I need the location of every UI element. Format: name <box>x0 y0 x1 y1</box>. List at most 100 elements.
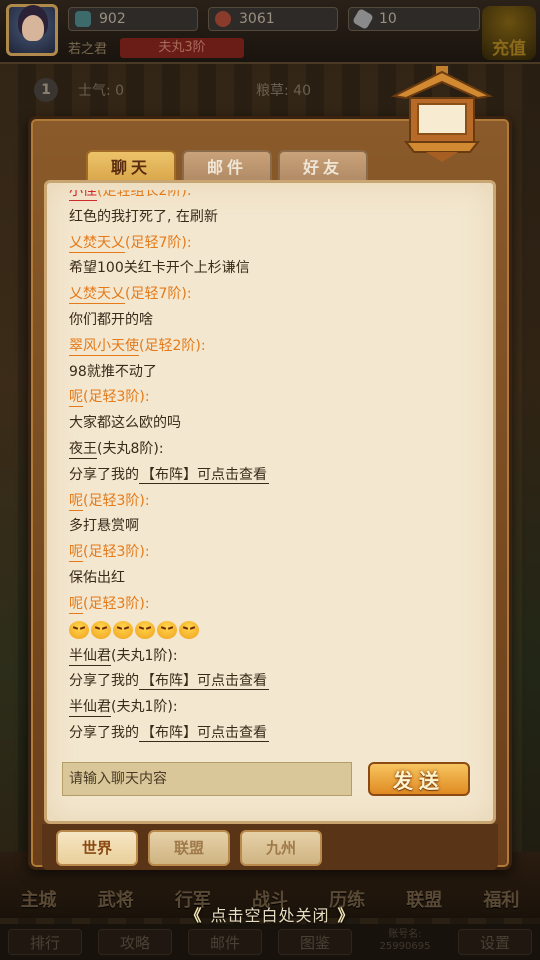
angry-emoji-icon <box>69 620 89 639</box>
channel-jiuzhou[interactable]: 九州 <box>240 830 322 866</box>
sender-rank: (夫丸1阶) <box>111 647 173 664</box>
formation-link[interactable]: 【布阵】可点击查看 <box>139 724 269 742</box>
sender-colon: : <box>172 647 178 664</box>
sender-name[interactable]: 翠风小天使 <box>69 337 139 356</box>
message-sender: 翠风小天使(足轻2阶): <box>64 333 480 359</box>
sender-colon: : <box>144 389 150 406</box>
chat-input[interactable] <box>62 762 352 796</box>
lantern-icon <box>390 66 494 162</box>
sender-rank: (足轻3阶) <box>83 389 145 406</box>
message-sender: 呢(足轻3阶): <box>64 384 480 410</box>
sender-rank: (夫丸1阶) <box>111 699 173 716</box>
nav-settings[interactable]: 设置 <box>458 929 532 955</box>
chat-tabs: 聊天 邮件 好友 <box>86 150 368 182</box>
sender-colon: : <box>144 595 150 612</box>
message-list[interactable]: 小侄(足轻组长2阶): 红色的我打死了, 在刷新 乂焚天乂(足轻7阶): 希望100关… <box>64 190 480 758</box>
sender-name[interactable]: 乂焚天乂 <box>69 234 125 253</box>
sender-rank: (足轻3阶) <box>83 544 145 561</box>
provisions-text: 粮草: 40 <box>256 83 311 99</box>
sender-name[interactable]: 呢 <box>69 492 83 511</box>
message-sender: 夜王(夫丸8阶): <box>64 436 480 462</box>
sender-colon: : <box>186 234 192 251</box>
formation-link[interactable]: 【布阵】可点击查看 <box>139 466 269 484</box>
top-bar: 902 3061 10 若之君 夫丸3阶 充值 <box>0 0 540 64</box>
close-hint[interactable]: 《点击空白处关闭》 <box>0 902 540 926</box>
scroll-icon <box>352 8 374 30</box>
angry-emoji-icon <box>113 620 133 639</box>
sender-colon: : <box>200 337 206 354</box>
sender-rank: (足轻2阶) <box>139 337 201 354</box>
message-text: 保佑出红 <box>69 569 125 586</box>
message-text: 大家都这么欧的吗 <box>69 415 181 432</box>
message-sender: 呢(足轻3阶): <box>64 488 480 514</box>
sub-nav: 排行 攻略 邮件 图鉴 账号名: 25990695 设置 <box>0 924 540 960</box>
nav-mail[interactable]: 邮件 <box>188 929 262 955</box>
sender-rank: (足轻7阶) <box>125 234 187 251</box>
sender-name[interactable]: 乂焚天乂 <box>69 286 125 305</box>
nav-codex[interactable]: 图鉴 <box>278 929 352 955</box>
message-text: 红色的我打死了, 在刷新 <box>69 208 218 225</box>
message-sender: 半仙君(夫丸1阶): <box>64 694 480 720</box>
sender-rank: (足轻3阶) <box>83 492 145 509</box>
sender-rank: (足轻组长2阶) <box>97 190 187 199</box>
resource-value: 902 <box>99 11 126 27</box>
sender-colon: : <box>144 544 150 561</box>
tab-chat[interactable]: 聊天 <box>86 150 176 182</box>
double-chevron-right-icon: 》 <box>337 906 355 925</box>
message-sender: 乂焚天乂(足轻7阶): <box>64 281 480 307</box>
double-chevron-left-icon: 《 <box>185 906 203 925</box>
channel-alliance[interactable]: 联盟 <box>148 830 230 866</box>
message-share: 分享了我的 【布阵】可点击查看 <box>64 462 480 488</box>
tab-mail[interactable]: 邮件 <box>182 150 272 182</box>
channel-tabs: 世界 联盟 九州 <box>56 830 322 866</box>
resource-jade: 902 <box>68 7 198 31</box>
message-text: 多打悬赏啊 <box>69 518 139 535</box>
player-name: 若之君 <box>68 42 108 57</box>
message-text: 98就推不动了 <box>69 363 157 380</box>
sender-name[interactable]: 呢 <box>69 544 83 563</box>
message-sender: 呢(足轻3阶): <box>64 539 480 565</box>
sender-name[interactable]: 呢 <box>69 595 83 614</box>
share-prefix: 分享了我的 <box>69 724 139 741</box>
sender-name[interactable]: 半仙君 <box>69 647 111 666</box>
angry-emoji-icon <box>157 620 177 639</box>
message-text: 希望100关红卡开个上杉谦信 <box>69 260 250 277</box>
send-button[interactable]: 发送 <box>368 762 470 796</box>
player-rank: 夫丸3阶 <box>120 38 244 58</box>
message-share: 分享了我的 【布阵】可点击查看 <box>64 668 480 694</box>
message-scroll: 小侄(足轻组长2阶): 红色的我打死了, 在刷新 乂焚天乂(足轻7阶): 希望100关… <box>64 190 480 746</box>
close-hint-text: 点击空白处关闭 <box>210 906 330 925</box>
message-sender: 乂焚天乂(足轻7阶): <box>64 230 480 256</box>
recharge-button[interactable]: 充值 <box>482 6 536 60</box>
sender-name[interactable]: 小侄 <box>69 190 97 201</box>
message-sender: 小侄(足轻组长2阶): <box>64 190 480 204</box>
sender-colon: : <box>186 190 192 199</box>
channel-world[interactable]: 世界 <box>56 830 138 866</box>
player-avatar[interactable] <box>6 4 58 56</box>
angry-emoji-icon <box>135 620 155 639</box>
nav-ranking[interactable]: 排行 <box>8 929 82 955</box>
resource-scroll: 10 <box>348 7 480 31</box>
level-badge: 1 <box>34 78 58 102</box>
sender-colon: : <box>186 286 192 303</box>
tab-friends[interactable]: 好友 <box>278 150 368 182</box>
resource-coin: 3061 <box>208 7 338 31</box>
coin-icon <box>215 11 231 27</box>
resource-value: 10 <box>379 11 397 27</box>
message-sender: 半仙君(夫丸1阶): <box>64 643 480 669</box>
sender-rank: (夫丸8阶) <box>97 440 159 457</box>
sender-name[interactable]: 半仙君 <box>69 699 111 718</box>
share-prefix: 分享了我的 <box>69 466 139 483</box>
sender-colon: : <box>144 492 150 509</box>
sender-name[interactable]: 呢 <box>69 389 83 408</box>
morale-text: 士气: 0 <box>78 83 125 99</box>
sender-colon: : <box>172 699 178 716</box>
angry-emoji-icon <box>179 620 199 639</box>
message-emoji-row <box>64 617 480 643</box>
sender-rank: (足轻7阶) <box>125 286 187 303</box>
sender-name[interactable]: 夜王 <box>69 440 97 459</box>
nav-guide[interactable]: 攻略 <box>98 929 172 955</box>
jade-icon <box>75 11 91 27</box>
angry-emoji-icon <box>91 620 111 639</box>
formation-link[interactable]: 【布阵】可点击查看 <box>139 673 269 691</box>
